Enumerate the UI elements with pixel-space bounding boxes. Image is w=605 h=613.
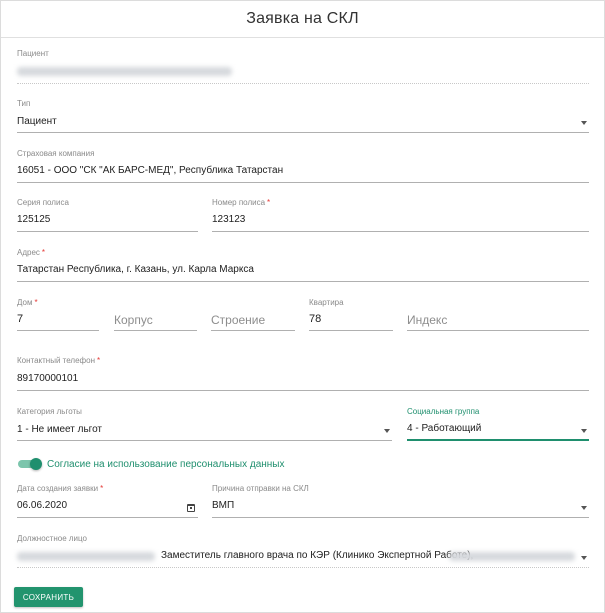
chevron-down-icon[interactable] <box>384 429 390 433</box>
chevron-down-icon[interactable] <box>581 429 587 433</box>
required-mark: * <box>41 248 46 257</box>
korpus-placeholder: Корпус <box>114 313 153 327</box>
index-field[interactable]: Индекс <box>407 298 589 331</box>
address-field[interactable]: Адрес * Татарстан Республика, г. Казань, … <box>17 248 589 282</box>
policy-series-value: 125125 <box>17 214 51 225</box>
stroenie-placeholder: Строение <box>211 313 266 327</box>
benefit-value: 1 - Не имеет льгот <box>17 424 103 435</box>
required-mark: * <box>97 356 101 365</box>
phone-value: 89170000101 <box>17 373 79 384</box>
chevron-down-icon[interactable] <box>581 121 587 125</box>
stroenie-field[interactable]: Строение <box>211 298 295 331</box>
social-group-label: Социальная группа <box>407 407 480 416</box>
type-label: Тип <box>17 99 31 108</box>
social-group-value: 4 - Работающий <box>407 423 482 434</box>
created-date-value: 06.06.2020 <box>17 500 68 511</box>
reason-label: Причина отправки на СКЛ <box>212 484 309 493</box>
dialog-title: Заявка на СКЛ <box>246 10 359 27</box>
apartment-value: 78 <box>309 313 322 325</box>
index-placeholder: Индекс <box>407 313 448 327</box>
chevron-down-icon[interactable] <box>581 506 587 510</box>
apartment-field[interactable]: Квартира 78 <box>309 298 393 331</box>
type-value: Пациент <box>17 116 57 127</box>
phone-label: Контактный телефон * <box>17 356 101 365</box>
reason-select[interactable]: Причина отправки на СКЛ ВМП <box>212 484 589 518</box>
official-extra-redacted <box>449 552 575 561</box>
consent-toggle[interactable] <box>18 458 42 470</box>
insurer-field[interactable]: Страховая компания 16051 - ООО "СК "АК Б… <box>17 149 589 183</box>
benefit-select[interactable]: Категория льготы 1 - Не имеет льгот <box>17 407 392 441</box>
address-label: Адрес * <box>17 248 46 257</box>
house-label: Дом * <box>17 298 38 307</box>
policy-number-value: 123123 <box>212 214 246 225</box>
house-value: 7 <box>17 313 24 325</box>
skl-request-dialog: Заявка на СКЛ Пациент Тип Пациент Страхо… <box>0 0 605 613</box>
insurer-value: 16051 - ООО "СК "АК БАРС-МЕД", Республик… <box>17 165 284 176</box>
official-value: Заместитель главного врача по КЭР (Клини… <box>161 550 474 561</box>
created-date-field[interactable]: Дата создания заявки * 06.06.2020 <box>17 484 198 518</box>
toggle-knob <box>30 458 42 470</box>
policy-number-field[interactable]: Номер полиса * 123123 <box>212 198 589 232</box>
chevron-down-icon[interactable] <box>581 556 587 560</box>
save-button[interactable]: СОХРАНИТЬ <box>14 587 83 607</box>
required-mark: * <box>267 198 271 207</box>
korpus-field[interactable]: Корпус <box>114 298 197 331</box>
created-date-label: Дата создания заявки * <box>17 484 104 493</box>
calendar-icon[interactable] <box>187 504 195 512</box>
type-select[interactable]: Тип Пациент <box>17 99 589 133</box>
reason-value: ВМП <box>212 500 235 511</box>
official-name-redacted <box>17 552 155 561</box>
official-select[interactable]: Должностное лицо Заместитель главного вр… <box>17 534 589 568</box>
address-value: Татарстан Республика, г. Казань, ул. Кар… <box>17 264 254 275</box>
policy-series-field[interactable]: Серия полиса 125125 <box>17 198 198 232</box>
apartment-label: Квартира <box>309 298 344 307</box>
house-field[interactable]: Дом * 7 <box>17 298 99 331</box>
patient-label: Пациент <box>17 49 49 58</box>
policy-number-label: Номер полиса * <box>212 198 271 207</box>
patient-value-redacted <box>17 67 232 76</box>
policy-series-label: Серия полиса <box>17 198 69 207</box>
dialog-header: Заявка на СКЛ <box>1 1 604 38</box>
social-group-select[interactable]: Социальная группа 4 - Работающий <box>407 407 589 441</box>
insurer-label: Страховая компания <box>17 149 95 158</box>
patient-field: Пациент <box>17 49 589 84</box>
required-mark: * <box>100 484 104 493</box>
benefit-label: Категория льготы <box>17 407 82 416</box>
phone-field[interactable]: Контактный телефон * 89170000101 <box>17 356 589 391</box>
official-label: Должностное лицо <box>17 534 87 543</box>
required-mark: * <box>34 298 38 307</box>
consent-label: Согласие на использование персональных д… <box>47 459 285 470</box>
